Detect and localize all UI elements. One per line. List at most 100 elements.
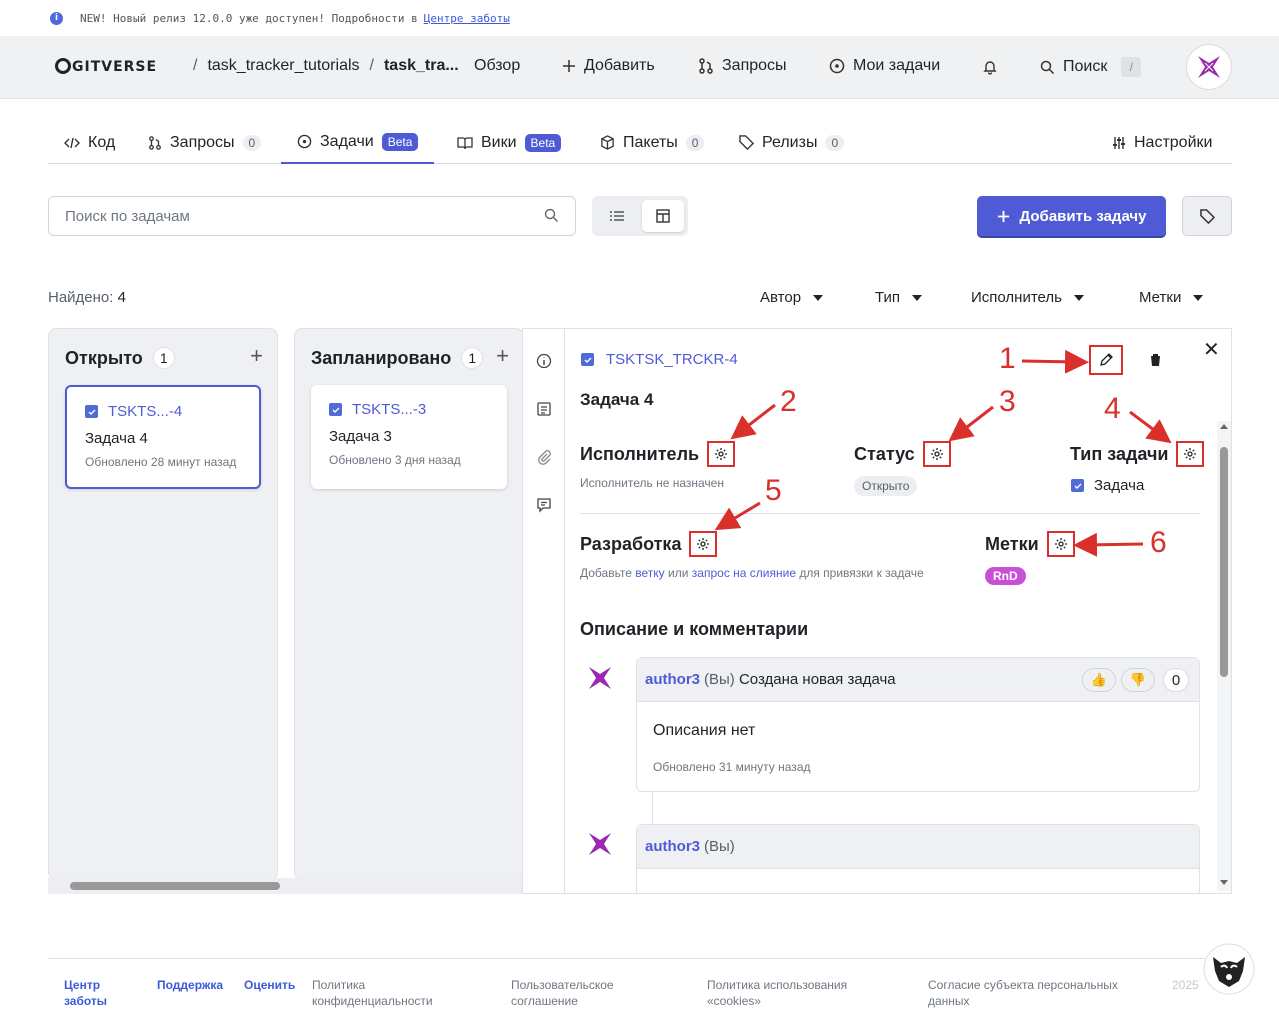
plus-icon xyxy=(563,60,575,72)
paperclip-icon[interactable] xyxy=(536,449,552,465)
user-avatar[interactable] xyxy=(1186,44,1232,90)
filter-type[interactable]: Тип xyxy=(875,289,923,306)
tab-settings[interactable]: Настройки xyxy=(1112,121,1212,164)
comment-author[interactable]: author3 xyxy=(645,838,700,855)
column-planned: Запланировано 1 + TSKTS...-3 Задача 3 Обн… xyxy=(294,328,523,880)
nav-overview[interactable]: Обзор xyxy=(474,57,520,75)
checkbox-icon xyxy=(329,403,342,416)
nav-my-tasks[interactable]: Мои задачи xyxy=(829,57,940,75)
breadcrumb: / task_tracker_tutorials / task_tra... xyxy=(193,57,459,75)
tab-requests[interactable]: Запросы 0 xyxy=(148,121,262,164)
task-detail-panel: TSKTSK_TRCKR-4 Задача 4 ✕ Исполнитель Ис… xyxy=(522,328,1232,894)
release-banner: i NEW! Новый релиз 12.0.0 уже доступен! … xyxy=(0,0,1279,36)
search-icon xyxy=(544,208,558,222)
footer-consent-link[interactable]: Согласие субъекта персональных данных xyxy=(928,977,1143,1009)
labels-label: Метки xyxy=(985,533,1039,554)
task-card[interactable]: TSKTS...-4 Задача 4 Обновлено 28 минут н… xyxy=(65,385,261,489)
edit-button[interactable] xyxy=(1089,345,1123,375)
footer-support-link[interactable]: Поддержка xyxy=(157,977,223,993)
assignee-settings-button[interactable] xyxy=(707,441,736,467)
type-section: Тип задачи xyxy=(1070,441,1205,467)
annotation-number: 6 xyxy=(1150,526,1167,559)
comment-author[interactable]: author3 xyxy=(645,671,700,688)
banner-text: NEW! Новый релиз 12.0.0 уже доступен! По… xyxy=(80,11,418,25)
tab-code[interactable]: Код xyxy=(64,121,115,164)
reaction-count: 0 xyxy=(1163,668,1189,692)
scrollbar-thumb[interactable] xyxy=(1220,447,1228,677)
nav-add[interactable]: Добавить xyxy=(562,57,655,75)
checkbox-icon xyxy=(581,353,594,366)
nav-search[interactable]: Поиск / xyxy=(1040,57,1142,77)
caret-down-icon xyxy=(1193,294,1204,301)
labels-button[interactable] xyxy=(1182,196,1232,236)
filter-labels[interactable]: Метки xyxy=(1139,289,1204,306)
card-updated: Обновлено 28 минут назад xyxy=(85,455,237,469)
card-title: Задача 3 xyxy=(329,428,392,445)
column-count: 1 xyxy=(461,347,484,369)
thumbs-down-reaction[interactable]: 👎 xyxy=(1121,668,1155,692)
breadcrumb-owner[interactable]: task_tracker_tutorials xyxy=(207,57,359,75)
delete-button[interactable] xyxy=(1138,345,1172,375)
development-settings-button[interactable] xyxy=(689,531,718,557)
banner-link[interactable]: Центре заботы xyxy=(424,12,510,25)
board-horizontal-scrollbar[interactable] xyxy=(48,878,523,894)
nav-requests[interactable]: Запросы xyxy=(698,57,787,75)
branch-link[interactable]: ветку xyxy=(635,566,664,580)
close-icon[interactable]: ✕ xyxy=(1203,337,1220,362)
task-card[interactable]: TSKTS...-3 Задача 3 Обновлено 3 дня наза… xyxy=(311,385,507,489)
footer-cookies-link[interactable]: Политика использования «cookies» xyxy=(707,977,867,1009)
info-icon: i xyxy=(50,11,63,25)
scrollbar-thumb[interactable] xyxy=(70,882,280,890)
tab-releases[interactable]: Релизы 0 xyxy=(739,121,845,164)
view-toggle xyxy=(592,196,688,236)
detail-side-rail xyxy=(523,329,565,893)
column-title: Открыто xyxy=(65,347,143,368)
footer-privacy-link[interactable]: Политика конфиденциальности xyxy=(312,977,452,1009)
task-search-input[interactable]: Поиск по задачам xyxy=(48,196,576,236)
tab-tasks[interactable]: Задачи Beta xyxy=(281,121,435,164)
status-badge: Открыто xyxy=(854,476,918,496)
tab-wiki[interactable]: Вики Beta xyxy=(457,121,562,164)
card-id: TSKTS...-4 xyxy=(108,403,183,420)
tag-icon xyxy=(739,135,754,150)
board-icon xyxy=(656,209,670,223)
comment-icon[interactable] xyxy=(536,497,552,513)
thumbs-up-reaction[interactable]: 👍 xyxy=(1082,668,1116,692)
task-id-link[interactable]: TSKTSK_TRCKR-4 xyxy=(581,351,738,368)
notifications-bell[interactable] xyxy=(982,59,998,75)
gear-icon xyxy=(930,448,943,460)
filter-author[interactable]: Автор xyxy=(760,289,824,306)
footer-rate-link[interactable]: Оценить xyxy=(244,977,295,993)
status-label: Статус xyxy=(854,443,915,464)
comment-card: author3 (Вы) Создана новая задача 👍 👎 0 О… xyxy=(636,657,1200,792)
trash-icon xyxy=(1149,354,1161,366)
document-icon[interactable] xyxy=(536,401,552,417)
breadcrumb-repo[interactable]: task_tra... xyxy=(384,57,459,75)
caret-down-icon xyxy=(1073,294,1084,301)
list-view-button[interactable] xyxy=(596,200,638,232)
add-card-button[interactable]: + xyxy=(250,343,263,369)
assignee-label: Исполнитель xyxy=(580,443,700,464)
status-settings-button[interactable] xyxy=(922,441,951,467)
assignee-value: Исполнитель не назначен xyxy=(580,476,724,490)
column-title: Запланировано xyxy=(311,347,452,368)
labels-settings-button[interactable] xyxy=(1046,531,1075,557)
plus-icon xyxy=(997,210,1009,222)
assistant-mascot-button[interactable] xyxy=(1203,943,1255,995)
type-settings-button[interactable] xyxy=(1176,441,1205,467)
search-shortcut: / xyxy=(1121,57,1142,77)
footer-agreement-link[interactable]: Пользовательское соглашение xyxy=(511,977,641,1009)
tab-packages[interactable]: Пакеты 0 xyxy=(600,121,705,164)
footer-year: 2025 xyxy=(1172,978,1199,992)
board-view-button[interactable] xyxy=(642,200,684,232)
info-icon[interactable] xyxy=(536,353,552,369)
gitverse-logo[interactable]: GITVERSE xyxy=(55,58,157,75)
add-task-button[interactable]: Добавить задачу xyxy=(977,196,1166,236)
detail-vertical-scrollbar[interactable] xyxy=(1217,421,1231,891)
avatar-x-icon xyxy=(1198,56,1220,78)
filter-assignee[interactable]: Исполнитель xyxy=(971,289,1084,306)
footer-care-link[interactable]: Центр заботы xyxy=(64,977,124,1009)
commenter-avatar xyxy=(589,833,611,855)
add-card-button[interactable]: + xyxy=(496,343,509,369)
merge-request-link[interactable]: запрос на слияние xyxy=(692,566,796,580)
